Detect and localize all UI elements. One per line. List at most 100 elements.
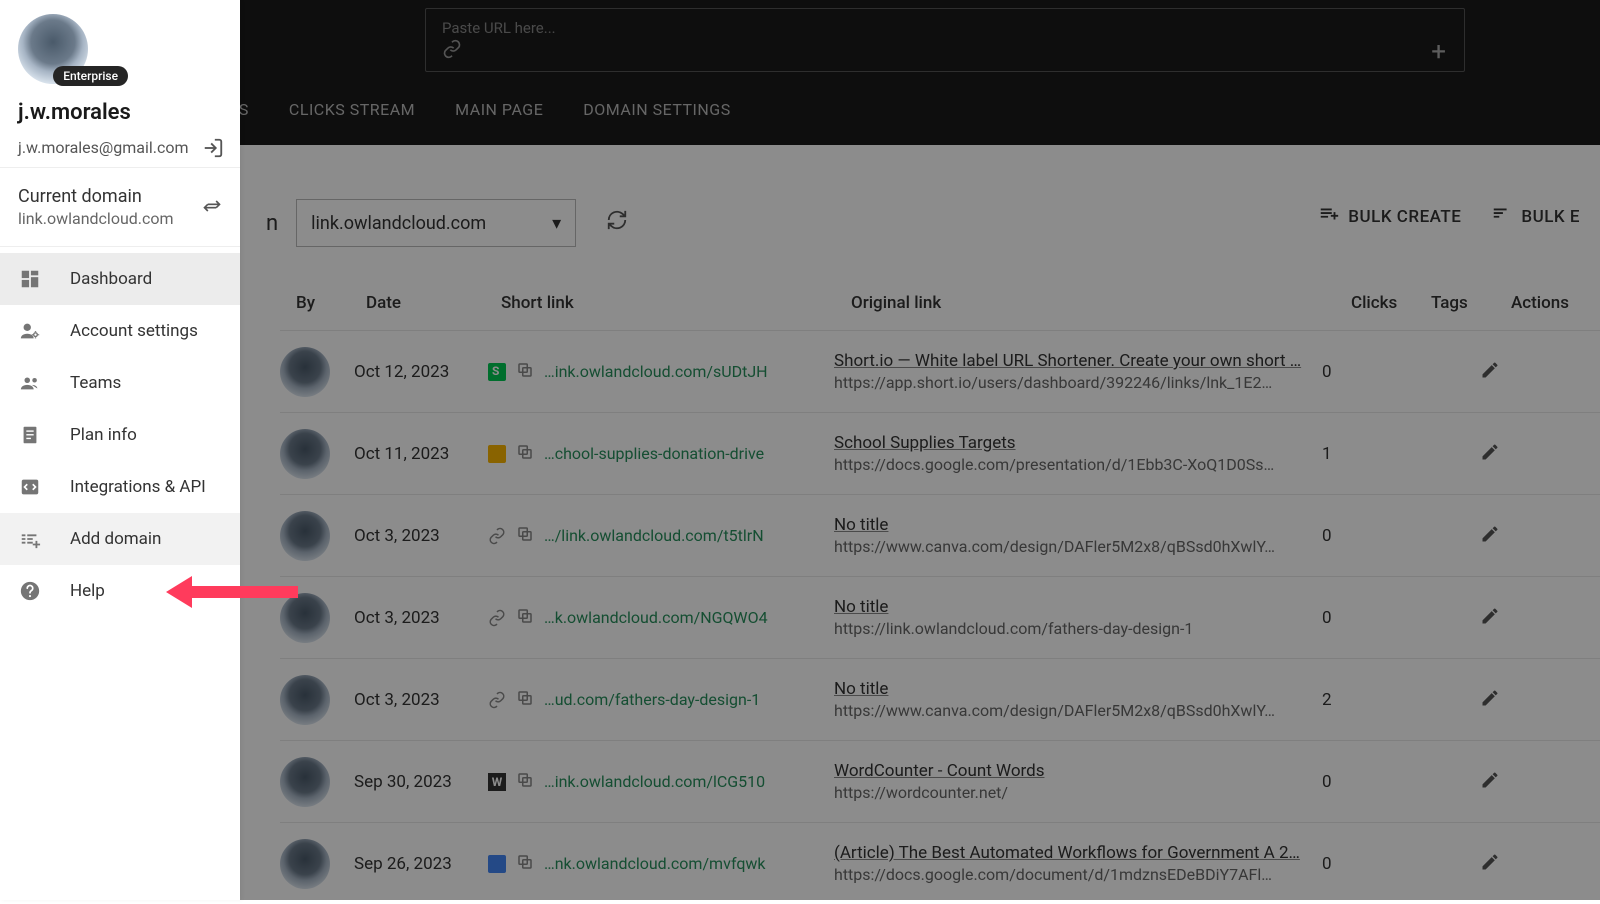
bulk-edit-button[interactable]: BULK E	[1491, 203, 1580, 230]
favicon-shortio	[488, 363, 506, 381]
edit-button[interactable]	[1480, 360, 1540, 384]
edit-button[interactable]	[1480, 688, 1540, 712]
current-domain-block[interactable]: Current domain link.owlandcloud.com	[0, 167, 240, 247]
help-icon	[18, 579, 42, 603]
favicon-wordcounter: W	[488, 773, 506, 791]
sidebar-item-label: Dashboard	[70, 269, 152, 289]
sidebar-item-label: Integrations & API	[70, 477, 206, 497]
favicon-docs	[488, 855, 506, 873]
receipt-icon	[18, 423, 42, 447]
table-row[interactable]: Oct 11, 2023 …chool-supplies-donation-dri…	[280, 412, 1600, 494]
short-link[interactable]: …ink.owlandcloud.com/lCG510	[544, 772, 765, 791]
favicon-link	[488, 691, 506, 709]
table-row[interactable]: Oct 3, 2023 …ud.com/fathers-day-design-1 N…	[280, 658, 1600, 740]
plan-badge: Enterprise	[53, 66, 128, 86]
short-link[interactable]: …ink.owlandcloud.com/sUDtJH	[544, 362, 768, 381]
edit-button[interactable]	[1480, 606, 1540, 630]
sidebar-item-account-settings[interactable]: Account settings	[0, 305, 240, 357]
tab-clicks-stream[interactable]: CLICKS STREAM	[289, 100, 415, 119]
short-link[interactable]: …k.owlandcloud.com/NGQWO4	[544, 608, 768, 627]
edit-button[interactable]	[1480, 524, 1540, 548]
row-date: Oct 3, 2023	[354, 690, 488, 710]
favicon-link	[488, 527, 506, 545]
username: j.w.morales	[18, 100, 222, 125]
table-row[interactable]: Sep 30, 2023W…ink.owlandcloud.com/lCG510…	[280, 740, 1600, 822]
row-date: Sep 26, 2023	[354, 854, 488, 874]
copy-button[interactable]	[516, 443, 534, 465]
table-row[interactable]: Oct 3, 2023…/link.owlandcloud.com/t5tlrN…	[280, 494, 1600, 576]
edit-button[interactable]	[1480, 442, 1540, 466]
sidebar-item-dashboard[interactable]: Dashboard	[0, 253, 240, 305]
url-input[interactable]: Paste URL here... +	[425, 8, 1465, 72]
col-clicks: Clicks	[1351, 293, 1431, 313]
url-placeholder: Paste URL here...	[442, 19, 556, 37]
annotation-arrow	[188, 586, 298, 598]
table-row[interactable]: Oct 12, 2023 …ink.owlandcloud.com/sUDtJH S…	[280, 330, 1600, 412]
row-date: Oct 3, 2023	[354, 608, 488, 628]
domain-letter: n	[266, 211, 278, 236]
copy-button[interactable]	[516, 525, 534, 547]
original-url: https://app.short.io/users/dashboard/392…	[834, 373, 1314, 392]
short-link[interactable]: …/link.owlandcloud.com/t5tlrN	[544, 526, 764, 545]
original-title[interactable]: No title	[834, 597, 1314, 617]
table-row[interactable]: Oct 3, 2023 …k.owlandcloud.com/NGQWO4 No t…	[280, 576, 1600, 658]
original-title[interactable]: (Article) The Best Automated Workflows f…	[834, 843, 1314, 863]
copy-button[interactable]	[516, 771, 534, 793]
col-orig: Original link	[851, 293, 1351, 313]
sidebar-item-integrations-api[interactable]: Integrations & API	[0, 461, 240, 513]
sidebar-item-add-domain[interactable]: Add domain	[0, 513, 240, 565]
refresh-button[interactable]	[606, 209, 628, 237]
row-clicks: 0	[1322, 526, 1402, 546]
table-row[interactable]: Sep 26, 2023 …nk.owlandcloud.com/mvfqwk (A…	[280, 822, 1600, 904]
domain-select[interactable]: link.owlandcloud.com ▾	[296, 199, 576, 247]
current-domain-value: link.owlandcloud.com	[18, 209, 222, 228]
row-avatar	[280, 511, 330, 561]
sort-icon	[1491, 203, 1513, 230]
original-url: https://docs.google.com/presentation/d/1…	[834, 455, 1314, 474]
row-avatar	[280, 675, 330, 725]
edit-button[interactable]	[1480, 852, 1540, 876]
copy-button[interactable]	[516, 361, 534, 383]
row-clicks: 0	[1322, 854, 1402, 874]
top-header: Paste URL here... + CS CLICKS STREAM MAI…	[0, 0, 1600, 145]
favicon-slides	[488, 445, 506, 463]
bulk-create-button[interactable]: BULK CREATE	[1318, 203, 1461, 230]
short-link[interactable]: …ud.com/fathers-day-design-1	[544, 690, 760, 709]
sidebar-item-plan-info[interactable]: Plan info	[0, 409, 240, 461]
sidebar-item-label: Help	[70, 581, 105, 601]
sidebar-item-teams[interactable]: Teams	[0, 357, 240, 409]
current-domain-label: Current domain	[18, 186, 222, 207]
short-link[interactable]: …nk.owlandcloud.com/mvfqwk	[544, 854, 766, 873]
row-date: Oct 12, 2023	[354, 362, 488, 382]
row-clicks: 0	[1322, 772, 1402, 792]
original-title[interactable]: Short.io — White label URL Shortener. Cr…	[834, 351, 1314, 371]
row-clicks: 1	[1322, 444, 1402, 464]
copy-button[interactable]	[516, 607, 534, 629]
original-title[interactable]: No title	[834, 679, 1314, 699]
row-date: Oct 11, 2023	[354, 444, 488, 464]
group-icon	[18, 371, 42, 395]
original-title[interactable]: No title	[834, 515, 1314, 535]
row-avatar	[280, 347, 330, 397]
tab-domain-settings[interactable]: DOMAIN SETTINGS	[583, 100, 730, 119]
swap-icon[interactable]	[202, 196, 222, 220]
row-clicks: 0	[1322, 608, 1402, 628]
col-date: Date	[366, 293, 501, 313]
add-icon[interactable]: +	[1431, 37, 1446, 67]
copy-button[interactable]	[516, 853, 534, 875]
short-link[interactable]: …chool-supplies-donation-drive	[544, 444, 764, 463]
col-tags: Tags	[1431, 293, 1511, 313]
col-short: Short link	[501, 293, 851, 313]
edit-button[interactable]	[1480, 770, 1540, 794]
original-title[interactable]: School Supplies Targets	[834, 433, 1314, 453]
row-avatar	[280, 757, 330, 807]
tab-main-page[interactable]: MAIN PAGE	[455, 100, 543, 119]
playlist-add-icon	[1318, 203, 1340, 230]
nav-list: Dashboard Account settings TeamsPlan info I…	[0, 247, 240, 617]
sidebar-item-label: Account settings	[70, 321, 198, 341]
copy-button[interactable]	[516, 689, 534, 711]
logout-button[interactable]	[202, 137, 222, 157]
original-title[interactable]: WordCounter - Count Words	[834, 761, 1314, 781]
row-avatar	[280, 429, 330, 479]
chevron-down-icon: ▾	[552, 213, 561, 234]
